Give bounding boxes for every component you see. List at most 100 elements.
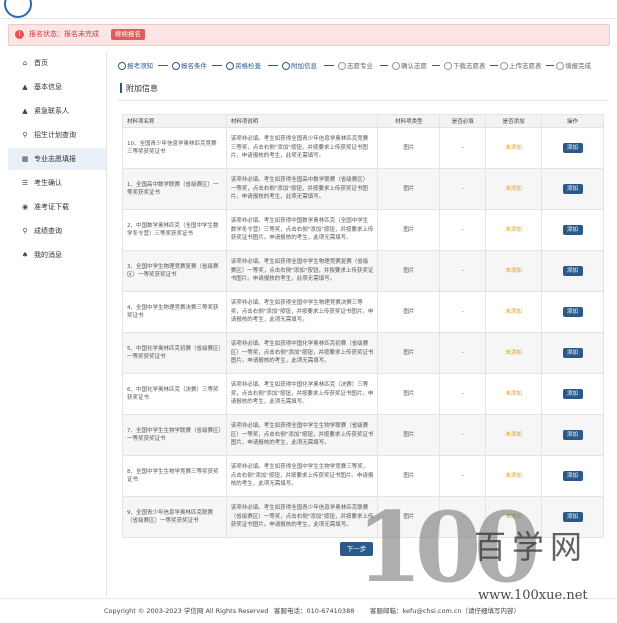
table-header-row: 材料项名称 材料项说明 材料项类型 是否必填 是否添加 操作 — [122, 114, 604, 128]
step-label: 下载志愿表 — [453, 62, 486, 70]
step-divider — [158, 65, 168, 66]
step-5: 志愿专业 — [338, 60, 373, 70]
table-row: 1、全国高中数学联赛（省级赛区）一等奖获奖证书 该项非必填。考生如获得全国高中数… — [122, 168, 604, 210]
add-material-button[interactable]: 添加 — [562, 143, 583, 153]
sidebar-item-home[interactable]: ⌂ 首页 — [8, 52, 106, 74]
material-name: 5、中国化学奥林匹克初赛（省级赛区）一等奖获奖证书 — [122, 332, 227, 374]
confirm-icon: ☰ — [21, 179, 29, 187]
material-required: - — [439, 332, 487, 374]
step-label: 附加信息 — [291, 62, 317, 70]
step-check-icon — [172, 62, 180, 70]
sidebar-item-basic-info[interactable]: ▲ 基本信息 — [8, 76, 106, 98]
step-label: 填报完成 — [565, 62, 591, 70]
alert-icon: ! — [15, 30, 24, 39]
sidebar-item-label: 首页 — [34, 59, 48, 67]
sidebar-item-label: 准考证下载 — [34, 203, 69, 211]
material-type: 图片 — [377, 414, 441, 456]
material-required: - — [439, 209, 487, 251]
sidebar-item-admission-ticket[interactable]: ◉ 准考证下载 — [8, 196, 106, 218]
material-description: 该项非必填。考生如获得全国青少年信息学奥林匹克竞赛三等奖，点击右侧"添加"按钮，… — [225, 127, 379, 169]
step-number-icon — [338, 62, 346, 70]
table-row: 6、中国化学奥林匹克（决赛）三等奖获奖证书 该项非必填。考生如获得中国化学奥林匹… — [122, 373, 604, 415]
download-icon: ◉ — [21, 203, 29, 211]
progress-steps: 报考须知 报名条件 资格检查 附加信息 志愿专业 确认志愿 下载志愿表 上传志愿… — [118, 60, 608, 72]
material-name: 3、全国中学生物理竞赛复赛（省级赛区）一等奖获奖证书 — [122, 250, 227, 292]
sidebar-item-messages[interactable]: ♠ 我的消息 — [8, 244, 106, 266]
material-required: - — [439, 168, 487, 210]
column-header: 材料项说明 — [225, 114, 379, 128]
step-number-icon — [556, 62, 564, 70]
section-header: 附加信息 — [118, 78, 608, 101]
step-check-icon — [226, 62, 234, 70]
sidebar: ⌂ 首页 ▲ 基本信息 ▲ 紧急联系人 ⚲ 招生计划查询 ▦ 专业志愿填报 ☰ 考生确认 ◉… — [8, 52, 107, 597]
add-material-button[interactable]: 添加 — [562, 184, 583, 194]
step-number-icon — [500, 62, 508, 70]
sidebar-item-major-application[interactable]: ▦ 专业志愿填报 — [8, 148, 106, 170]
site-logo[interactable] — [4, 0, 32, 18]
section-title: 附加信息 — [126, 84, 158, 93]
add-material-button[interactable]: 添加 — [562, 389, 583, 399]
material-added-status: 未添加 — [485, 127, 543, 169]
sidebar-item-enrollment-plan[interactable]: ⚲ 招生计划查询 — [8, 124, 106, 146]
step-label: 上传志愿表 — [509, 62, 542, 70]
watermark-url: www.100xue.net — [478, 588, 588, 603]
material-name: 10、全国青少年信息学奥林匹克竞赛三等奖获奖证书 — [122, 127, 227, 169]
material-type: 图片 — [377, 291, 441, 333]
step-divider — [432, 65, 440, 66]
material-added-status: 未添加 — [485, 168, 543, 210]
step-divider — [546, 65, 554, 66]
material-type: 图片 — [377, 250, 441, 292]
home-icon: ⌂ — [22, 59, 28, 67]
step-6: 确认志愿 — [392, 60, 427, 70]
sidebar-item-label: 基本信息 — [34, 83, 62, 91]
add-material-button[interactable]: 添加 — [562, 348, 583, 358]
grade-icon: ⚲ — [22, 227, 28, 235]
material-added-status: 未添加 — [485, 250, 543, 292]
column-header: 材料项类型 — [377, 114, 441, 128]
step-number-icon — [392, 62, 400, 70]
material-required: - — [439, 373, 487, 415]
step-7: 下载志愿表 — [444, 60, 486, 70]
column-header: 是否必填 — [439, 114, 487, 128]
material-description: 该项非必填。考生如获得中国数学奥林匹克（全国中学生数学冬令营）三等奖，点击右侧"… — [225, 209, 379, 251]
add-material-button[interactable]: 添加 — [562, 307, 583, 317]
add-material-button[interactable]: 添加 — [562, 266, 583, 276]
table-row: 7、全国中学生生物学联赛（省级赛区）一等奖获奖证书 该项非必填。考生如获得全国中… — [122, 414, 604, 456]
step-number-icon — [444, 62, 452, 70]
footer-email: 客服邮箱：kefu@chsi.com.cn（请仔细填写内容） — [370, 607, 521, 615]
watermark-logo-text: 百学网 — [474, 528, 589, 566]
list-icon: ▦ — [21, 155, 29, 163]
sidebar-item-candidate-confirm[interactable]: ☰ 考生确认 — [8, 172, 106, 194]
material-name: 6、中国化学奥林匹克（决赛）三等奖获奖证书 — [122, 373, 227, 415]
material-name: 8、全国中学生生物学竞赛三等奖获奖证书 — [122, 455, 227, 497]
add-material-button[interactable]: 添加 — [562, 225, 583, 235]
step-1: 报考须知 — [118, 60, 153, 70]
step-label: 确认志愿 — [401, 62, 427, 70]
add-material-button[interactable]: 添加 — [562, 512, 583, 522]
sidebar-item-score-query[interactable]: ⚲ 成绩查询 — [8, 220, 106, 242]
material-added-status: 未添加 — [485, 414, 543, 456]
material-required: - — [439, 127, 487, 169]
material-description: 该项非必填。考生如获得全国中学生物理竞赛复赛（省级赛区）一等奖，点击右侧"添加"… — [225, 250, 379, 292]
material-type: 图片 — [377, 127, 441, 169]
material-description: 该项非必填。考生如获得中国化学奥林匹克初赛（省级赛区）一等奖，点击右侧"添加"按… — [225, 332, 379, 374]
material-description: 该项非必填。考生如获得全国中学生生物学联赛（省级赛区）一等奖，点击右侧"添加"按… — [225, 414, 379, 456]
material-description: 该项非必填。考生如获得全国高中数学联赛（省级赛区）一等奖，点击右侧"添加"按钮，… — [225, 168, 379, 210]
material-type: 图片 — [377, 332, 441, 374]
sidebar-item-label: 紧急联系人 — [34, 107, 69, 115]
sidebar-item-emergency-contact[interactable]: ▲ 紧急联系人 — [8, 100, 106, 122]
column-header: 操作 — [541, 114, 604, 128]
material-type: 图片 — [377, 209, 441, 251]
footer-copyright: Copyright © 2003-2023 学信网 All Rights Res… — [104, 607, 269, 615]
step-9: 填报完成 — [556, 60, 591, 70]
step-check-icon — [282, 62, 290, 70]
step-label: 资格检查 — [235, 62, 261, 70]
table-row: 2、中国数学奥林匹克（全国中学生数学冬令营）三等奖获奖证书 该项非必填。考生如获… — [122, 209, 604, 251]
add-material-button[interactable]: 添加 — [562, 471, 583, 481]
step-4: 附加信息 — [282, 60, 317, 70]
step-label: 志愿专业 — [347, 62, 373, 70]
add-material-button[interactable]: 添加 — [562, 430, 583, 440]
user-icon: ▲ — [22, 83, 28, 91]
step-divider — [268, 65, 278, 66]
continue-registration-button[interactable]: 继续报名 — [111, 29, 145, 40]
